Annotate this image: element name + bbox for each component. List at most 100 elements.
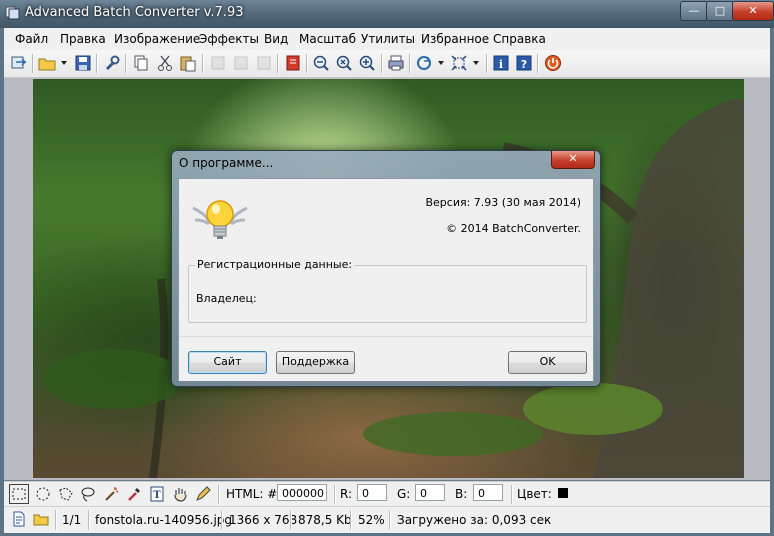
pencil-tool-icon[interactable] (194, 485, 212, 503)
undo-icon[interactable] (209, 54, 227, 72)
lasso-tool-icon[interactable] (79, 485, 97, 503)
open-dropdown-icon[interactable] (61, 61, 67, 65)
polygon-lasso-tool-icon[interactable] (57, 485, 75, 503)
load-time: Загружено за: 0,093 сек (397, 513, 552, 527)
toolbar-separator (409, 54, 411, 73)
toolbar-separator (277, 54, 279, 73)
maximize-button[interactable]: □ (706, 1, 734, 21)
toolbar-separator (32, 54, 34, 73)
website-button[interactable]: Сайт (188, 351, 267, 374)
registration-group-label: Регистрационные данные: (195, 258, 355, 271)
rotate-dropdown-icon[interactable] (438, 61, 444, 65)
menu-utilities[interactable]: Утилиты (361, 32, 415, 46)
html-color-label: HTML: # (226, 487, 278, 501)
text-tool-icon[interactable]: T (148, 485, 166, 503)
copyright-text: © 2014 BatchConverter. (446, 222, 581, 235)
resize-dropdown-icon[interactable] (473, 61, 479, 65)
file-name: fonstola.ru-140956.jpg (95, 513, 233, 527)
exit-power-icon[interactable] (544, 54, 562, 72)
menu-edit[interactable]: Правка (60, 32, 106, 46)
info-icon[interactable]: i (492, 54, 510, 72)
menu-help[interactable]: Справка (493, 32, 546, 46)
settings-wrench-icon[interactable] (103, 54, 121, 72)
menu-favorites[interactable]: Избранное (421, 32, 489, 46)
rotate-icon[interactable] (415, 54, 433, 72)
dialog-title: О программе... (179, 156, 274, 170)
support-button[interactable]: Поддержка (276, 351, 355, 374)
open-folder-icon[interactable] (38, 54, 56, 72)
selection-tools-bar: T HTML: # 000000 R: 0 G: 0 B: 0 Цвет: (4, 481, 770, 506)
save-icon[interactable] (74, 54, 92, 72)
menu-effects[interactable]: Эффекты (199, 32, 259, 46)
dialog-info-panel: Версия: 7.93 (30 мая 2014) © 2014 BatchC… (179, 179, 593, 336)
zoom-level: 52% (358, 513, 385, 527)
magic-wand-tool-icon[interactable] (102, 485, 120, 503)
bookmark-icon[interactable] (284, 54, 302, 72)
dialog-close-button[interactable]: ✕ (551, 151, 595, 169)
svg-text:?: ? (521, 58, 527, 71)
help-icon[interactable]: ? (515, 54, 533, 72)
tools-separator (218, 485, 220, 504)
menu-zoom[interactable]: Масштаб (299, 32, 356, 46)
status-separator (221, 510, 223, 530)
green-label: G: (397, 487, 411, 501)
toolbar-separator (486, 54, 488, 73)
app-icon (5, 6, 20, 20)
lightbulb-logo-icon (189, 194, 251, 246)
menu-image[interactable]: Изображение (114, 32, 200, 46)
document-icon[interactable] (11, 511, 27, 527)
menu-view[interactable]: Вид (264, 32, 288, 46)
owner-label: Владелец: (196, 292, 257, 305)
svg-text:T: T (153, 490, 161, 501)
hand-pan-tool-icon[interactable] (171, 485, 189, 503)
tools-separator (334, 485, 336, 504)
version-text: Версия: 7.93 (30 мая 2014) (425, 196, 581, 209)
toolbar-separator (96, 54, 98, 73)
toolbar-separator (537, 54, 539, 73)
zoom-in-icon[interactable] (358, 54, 376, 72)
copy-icon[interactable] (132, 54, 150, 72)
color-swatch[interactable] (558, 488, 568, 498)
status-separator (350, 510, 352, 530)
red-input[interactable]: 0 (357, 484, 387, 501)
resize-icon[interactable] (450, 54, 468, 72)
toolbar-separator (125, 54, 127, 73)
minimize-button[interactable]: — (680, 1, 708, 21)
about-dialog: О программе... ✕ Версия: 7.93 (30 мая 20… (171, 150, 601, 387)
dialog-footer: Сайт Поддержка OK (179, 336, 593, 381)
status-bar: 1/1 fonstola.ru-140956.jpg 1366 x 768 87… (4, 506, 770, 533)
paste-icon[interactable] (179, 54, 197, 72)
redo-icon[interactable] (232, 54, 250, 72)
window-frame-right (770, 28, 774, 532)
green-input[interactable]: 0 (415, 484, 445, 501)
dialog-body: Версия: 7.93 (30 мая 2014) © 2014 BatchC… (178, 178, 594, 381)
status-separator (389, 510, 391, 530)
blue-input[interactable]: 0 (473, 484, 503, 501)
blue-label: B: (455, 487, 468, 501)
ellipse-select-tool-icon[interactable] (34, 485, 52, 503)
red-label: R: (340, 487, 353, 501)
cut-icon[interactable] (156, 54, 174, 72)
svg-text:i: i (499, 58, 503, 71)
color-picker-tool-icon[interactable] (125, 485, 143, 503)
status-separator (55, 510, 57, 530)
color-label: Цвет: (517, 487, 552, 501)
registration-group: Регистрационные данные: Владелец: (188, 258, 587, 323)
menu-file[interactable]: Файл (15, 32, 48, 46)
tools-separator (511, 485, 513, 504)
rect-select-tool-icon[interactable] (9, 484, 29, 504)
close-button[interactable]: ✕ (732, 1, 774, 21)
html-color-input[interactable]: 000000 (277, 484, 327, 501)
toolbar-separator (202, 54, 204, 73)
duplicate-icon[interactable] (255, 54, 273, 72)
print-icon[interactable] (387, 54, 405, 72)
toolbar-separator (381, 54, 383, 73)
menu-bar: Файл Правка Изображение Эффекты Вид Масш… (4, 28, 770, 51)
zoom-out-icon[interactable] (312, 54, 330, 72)
zoom-fit-icon[interactable] (335, 54, 353, 72)
ok-button[interactable]: OK (508, 351, 587, 374)
file-size: 878,5 Kb (298, 513, 352, 527)
batch-convert-icon[interactable] (10, 54, 28, 72)
open-folder-status-icon[interactable] (33, 511, 49, 527)
image-dimensions: 1366 x 768 (229, 513, 298, 527)
